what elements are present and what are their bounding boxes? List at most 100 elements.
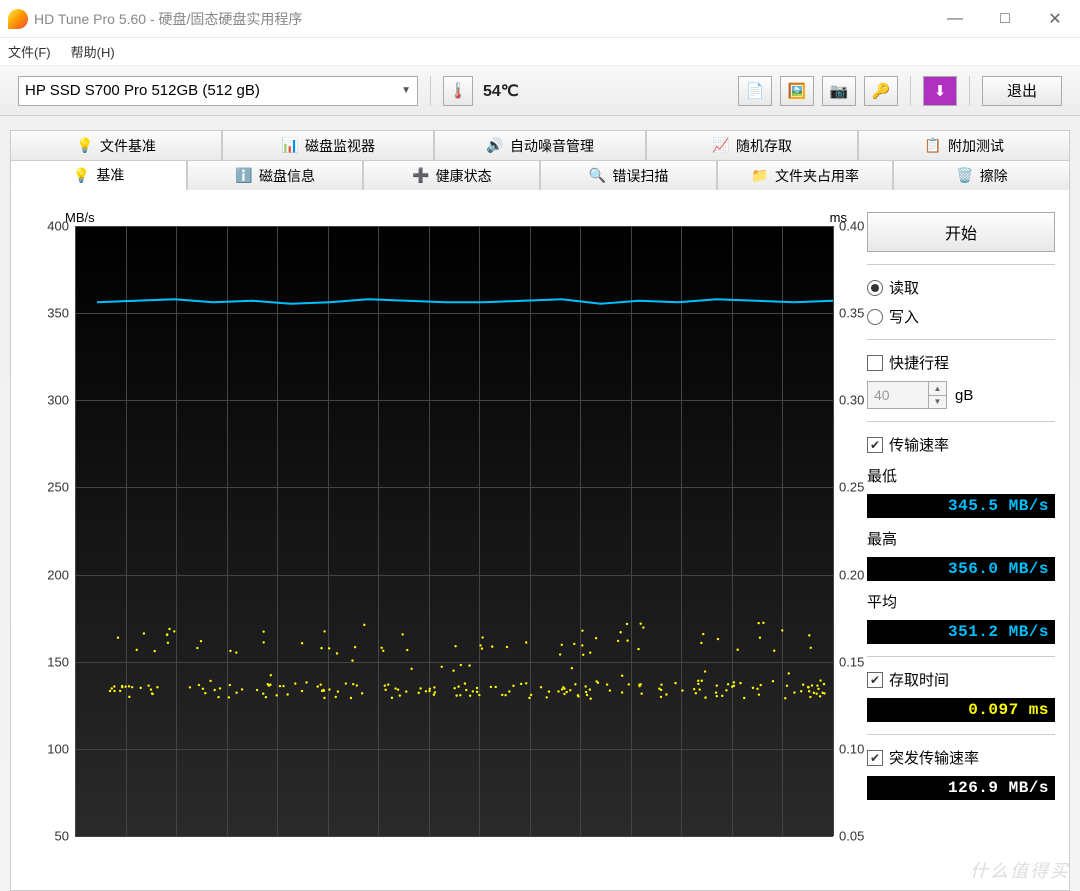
access-checkbox[interactable]: 存取时间 <box>867 669 1055 690</box>
separator <box>430 76 431 106</box>
checkbox-icon <box>867 355 883 371</box>
radio-icon <box>867 309 883 325</box>
info-icon: ℹ️ <box>235 167 253 185</box>
tab-label: 错误扫描 <box>612 166 668 186</box>
menu-file[interactable]: 文件(F) <box>8 42 51 61</box>
window-title: HD Tune Pro 5.60 - 硬盘/固态硬盘实用程序 <box>34 9 930 29</box>
tab-label: 磁盘监视器 <box>305 136 375 156</box>
temperature-value: 54℃ <box>483 81 519 101</box>
tab-disk-monitor[interactable]: 📊 磁盘监视器 <box>222 130 434 160</box>
divider <box>867 264 1055 265</box>
tab-health[interactable]: ➕健康状态 <box>363 160 540 190</box>
search-icon: 🔍 <box>588 167 606 185</box>
radio-icon <box>867 280 883 296</box>
radio-label: 读取 <box>889 277 919 298</box>
random-icon: 📈 <box>712 137 730 155</box>
bulb-icon: 💡 <box>72 166 90 184</box>
tab-label: 自动噪音管理 <box>510 136 594 156</box>
separator <box>910 76 911 106</box>
quick-size-row: 40 ▲▼ gB <box>867 381 1055 409</box>
tab-label: 基准 <box>96 165 124 185</box>
start-button[interactable]: 开始 <box>867 212 1055 252</box>
side-panel: 开始 读取 写入 快捷行程 40 ▲▼ gB 传输速率 最低 345.5 MB/… <box>867 210 1055 890</box>
quick-checkbox[interactable]: 快捷行程 <box>867 352 1055 373</box>
tab-label: 磁盘信息 <box>259 166 315 186</box>
trash-icon: 🗑️ <box>956 167 974 185</box>
copy-image-button[interactable]: 🖼️ <box>780 76 814 106</box>
toolbar: HP SSD S700 Pro 512GB (512 gB) ▼ 🌡️ 54℃ … <box>0 66 1080 116</box>
write-radio[interactable]: 写入 <box>867 306 1055 327</box>
checkbox-label: 存取时间 <box>889 669 949 690</box>
tab-container: 💡文件基准 📊磁盘监视器 🔊自动噪音管理 📈随机存取 📋附加测试 💡基准 ℹ️磁… <box>10 130 1070 190</box>
min-label: 最低 <box>867 465 1055 486</box>
save-button[interactable]: ⬇ <box>923 76 957 106</box>
separator <box>969 76 970 106</box>
max-label: 最高 <box>867 528 1055 549</box>
tab-label: 附加测试 <box>948 136 1004 156</box>
tab-row-bottom: 💡 基准 ℹ️ 磁盘信息 ➕健康状态 🔍 错误扫描 📁文件夹占用率 🗑️ 擦除 <box>10 160 1070 190</box>
y-left-unit: MB/s <box>65 210 95 225</box>
access-value: 0.097 ms <box>867 698 1055 722</box>
tab-error-scan[interactable]: 🔍 错误扫描 <box>540 160 717 190</box>
benchmark-panel: MB/s ms 4000.403500.353000.302500.252000… <box>10 190 1070 891</box>
checkbox-icon <box>867 437 883 453</box>
checkbox-label: 突发传输速率 <box>889 747 979 768</box>
max-value: 356.0 MB/s <box>867 557 1055 581</box>
min-value: 345.5 MB/s <box>867 494 1055 518</box>
burst-value: 126.9 MB/s <box>867 776 1055 800</box>
tab-file-benchmark[interactable]: 💡文件基准 <box>10 130 222 160</box>
menu-help[interactable]: 帮助(H) <box>71 42 115 61</box>
app-icon <box>8 9 28 29</box>
tab-erase[interactable]: 🗑️ 擦除 <box>893 160 1070 190</box>
tab-label: 文件夹占用率 <box>775 166 859 186</box>
checkbox-label: 传输速率 <box>889 434 949 455</box>
chart-icon: 📊 <box>281 137 299 155</box>
copy-info-button[interactable]: 📄 <box>738 76 772 106</box>
minimize-button[interactable]: ― <box>930 0 980 38</box>
temperature-button[interactable]: 🌡️ <box>443 76 473 106</box>
tab-row-top: 💡文件基准 📊 磁盘监视器 🔊 自动噪音管理 📈随机存取 📋 附加测试 <box>10 130 1070 160</box>
watermark: 什么值得买 <box>970 857 1070 883</box>
divider <box>867 734 1055 735</box>
radio-label: 写入 <box>889 306 919 327</box>
content-area: 💡文件基准 📊磁盘监视器 🔊自动噪音管理 📈随机存取 📋附加测试 💡基准 ℹ️磁… <box>0 116 1080 891</box>
close-button[interactable]: ✕ <box>1030 0 1080 38</box>
burst-checkbox[interactable]: 突发传输速率 <box>867 747 1055 768</box>
divider <box>867 421 1055 422</box>
exit-button[interactable]: 退出 <box>982 76 1062 106</box>
tab-extra-tests[interactable]: 📋 附加测试 <box>858 130 1070 160</box>
tab-label: 健康状态 <box>436 166 492 186</box>
transfer-checkbox[interactable]: 传输速率 <box>867 434 1055 455</box>
menubar: 文件(F) 帮助(H) <box>0 38 1080 66</box>
screenshot-button[interactable]: 📷 <box>822 76 856 106</box>
clipboard-icon: 📋 <box>924 137 942 155</box>
tab-random-access[interactable]: 📈随机存取 <box>646 130 858 160</box>
divider <box>867 339 1055 340</box>
titlebar: HD Tune Pro 5.60 - 硬盘/固态硬盘实用程序 ― □ ✕ <box>0 0 1080 38</box>
avg-label: 平均 <box>867 591 1055 612</box>
bulb-icon: 💡 <box>76 137 94 155</box>
speaker-icon: 🔊 <box>486 137 504 155</box>
settings-button[interactable]: 🔑 <box>864 76 898 106</box>
quick-size-spinner[interactable]: 40 ▲▼ <box>867 381 947 409</box>
tab-folder-usage[interactable]: 📁文件夹占用率 <box>717 160 894 190</box>
tab-disk-info[interactable]: ℹ️ 磁盘信息 <box>187 160 364 190</box>
device-dropdown[interactable]: HP SSD S700 Pro 512GB (512 gB) ▼ <box>18 76 418 106</box>
chart-grid: 4000.403500.353000.302500.252000.201500.… <box>75 226 833 836</box>
chevron-down-icon: ▼ <box>401 85 411 96</box>
maximize-button[interactable]: □ <box>980 0 1030 38</box>
checkbox-label: 快捷行程 <box>889 352 949 373</box>
tab-label: 擦除 <box>980 166 1008 186</box>
checkbox-icon <box>867 672 883 688</box>
divider <box>867 656 1055 657</box>
read-radio[interactable]: 读取 <box>867 277 1055 298</box>
tab-aam[interactable]: 🔊 自动噪音管理 <box>434 130 646 160</box>
avg-value: 351.2 MB/s <box>867 620 1055 644</box>
window-controls: ― □ ✕ <box>930 0 1080 38</box>
spinner-value: 40 <box>874 387 890 403</box>
checkbox-icon <box>867 750 883 766</box>
benchmark-chart: MB/s ms 4000.403500.353000.302500.252000… <box>25 210 855 850</box>
spinner-arrows[interactable]: ▲▼ <box>928 382 946 408</box>
tab-benchmark[interactable]: 💡 基准 <box>10 160 187 190</box>
device-dropdown-value: HP SSD S700 Pro 512GB (512 gB) <box>25 82 260 99</box>
